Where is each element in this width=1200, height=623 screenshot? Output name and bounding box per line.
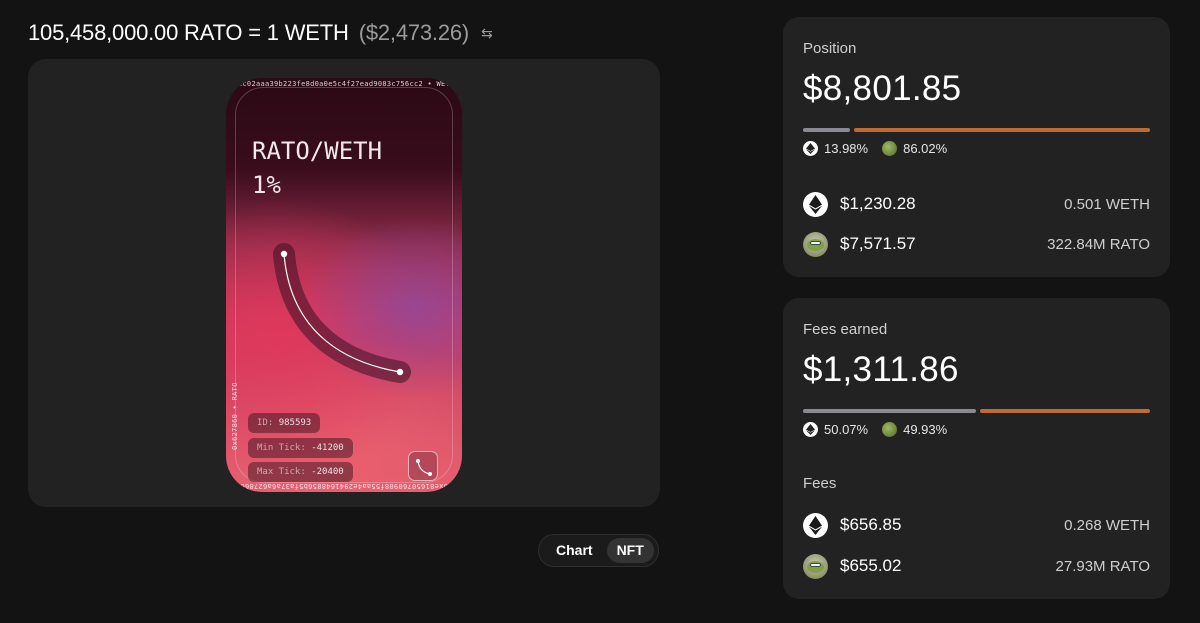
position-weth-pct: 13.98% <box>803 141 868 156</box>
nft-pair-title: RATO/WETH 1% <box>252 134 382 202</box>
position-label: Position <box>803 40 857 57</box>
nft-panel: 0xc02aaa39b223fe8d0a0e5c4f27ead9083c756c… <box>28 59 660 507</box>
nft-edge-address-top: 0xc02aaa39b223fe8d0a0e5c4f27ead9083c756c… <box>233 80 455 88</box>
nft-pair-name: RATO/WETH <box>252 137 383 165</box>
nft-min-tick-label: Min Tick: <box>257 443 306 453</box>
fees-asset-row-weth: $656.85 0.268 WETH <box>803 512 1150 538</box>
fees-weth-pct: 50.07% <box>803 422 868 437</box>
pool-price-usd: ($2,473.26) <box>358 20 470 45</box>
fees-split-bar <box>803 409 1150 413</box>
position-weth-pct-value: 13.98% <box>824 141 869 156</box>
position-value: $8,801.85 <box>803 69 962 108</box>
nft-edge-address-bottom: 0xe81650760908f55aa4e2941648856b5fa37a6a… <box>240 482 448 490</box>
position-split-bar <box>803 128 1150 132</box>
position-split-legend: 13.98% 86.02% <box>803 141 961 156</box>
fees-weth-usd: $656.85 <box>840 515 902 534</box>
position-rato-pct: 86.02% <box>882 141 947 156</box>
nft-fee-tier: 1% <box>252 171 281 199</box>
fees-split-rato <box>980 409 1150 413</box>
fees-weth-pct-value: 50.07% <box>824 422 869 437</box>
position-rato-qty: 322.84M RATO <box>1047 235 1150 253</box>
position-rato-usd: $7,571.57 <box>840 234 916 253</box>
nft-range-mini-icon <box>408 451 438 481</box>
fees-earned-label: Fees earned <box>803 321 888 338</box>
nft-max-tick-value: -20400 <box>311 467 344 477</box>
position-weth-qty: 0.501 WETH <box>1064 195 1150 213</box>
fees-rato-pct: 49.93% <box>882 422 947 437</box>
nft-id-value: 985593 <box>278 418 312 428</box>
nft-edge-address-left: 0x627860 • RATO <box>231 382 239 450</box>
swap-arrows-icon[interactable]: ⇆ <box>481 25 493 42</box>
fees-split-weth <box>803 409 976 413</box>
price-header: 105,458,000.00 RATO = 1 WETH ($2,473.26)… <box>28 18 493 48</box>
fees-rato-pct-value: 49.93% <box>903 422 948 437</box>
fees-asset-row-rato: $655.02 27.93M RATO <box>803 553 1150 579</box>
nft-id-tag: ID: 985593 <box>248 413 321 433</box>
nft-max-tick-tag: Max Tick: -20400 <box>248 462 353 482</box>
eth-icon <box>803 191 828 217</box>
tab-chart[interactable]: Chart <box>546 538 603 563</box>
eth-icon <box>803 141 818 156</box>
position-split-weth <box>803 128 850 132</box>
nft-min-tick-tag: Min Tick: -41200 <box>248 438 353 458</box>
nft-range-curve <box>273 243 411 383</box>
pepe-icon <box>882 141 898 156</box>
fees-rato-usd: $655.02 <box>840 556 902 575</box>
position-nft-image: 0xc02aaa39b223fe8d0a0e5c4f27ead9083c756c… <box>226 78 462 492</box>
pepe-icon <box>803 553 828 579</box>
fees-earned-value: $1,311.86 <box>803 350 959 389</box>
pool-price: 105,458,000.00 RATO = 1 WETH <box>28 20 349 45</box>
pepe-icon <box>882 422 898 437</box>
pepe-icon <box>803 231 828 257</box>
nft-id-label: ID: <box>257 418 274 428</box>
eth-icon <box>803 512 828 538</box>
position-split-rato <box>854 128 1150 132</box>
position-weth-usd: $1,230.28 <box>840 194 916 213</box>
nft-max-tick-label: Max Tick: <box>257 467 306 477</box>
view-toggle: Chart NFT <box>538 534 659 567</box>
tab-nft[interactable]: NFT <box>606 538 654 563</box>
position-rato-pct-value: 86.02% <box>903 141 948 156</box>
position-card: Position $8,801.85 13.98% 86.02% $1,230.… <box>783 17 1170 277</box>
position-asset-row-weth: $1,230.28 0.501 WETH <box>803 191 1150 217</box>
fees-label: Fees <box>803 475 837 492</box>
fees-weth-qty: 0.268 WETH <box>1064 516 1150 534</box>
eth-icon <box>803 422 818 437</box>
position-asset-row-rato: $7,571.57 322.84M RATO <box>803 231 1150 257</box>
fees-split-legend: 50.07% 49.93% <box>803 422 961 437</box>
nft-min-tick-value: -41200 <box>311 443 344 453</box>
fees-card: Fees earned $1,311.86 50.07% 49.93% Fees… <box>783 298 1170 599</box>
fees-rato-qty: 27.93M RATO <box>1055 557 1150 575</box>
